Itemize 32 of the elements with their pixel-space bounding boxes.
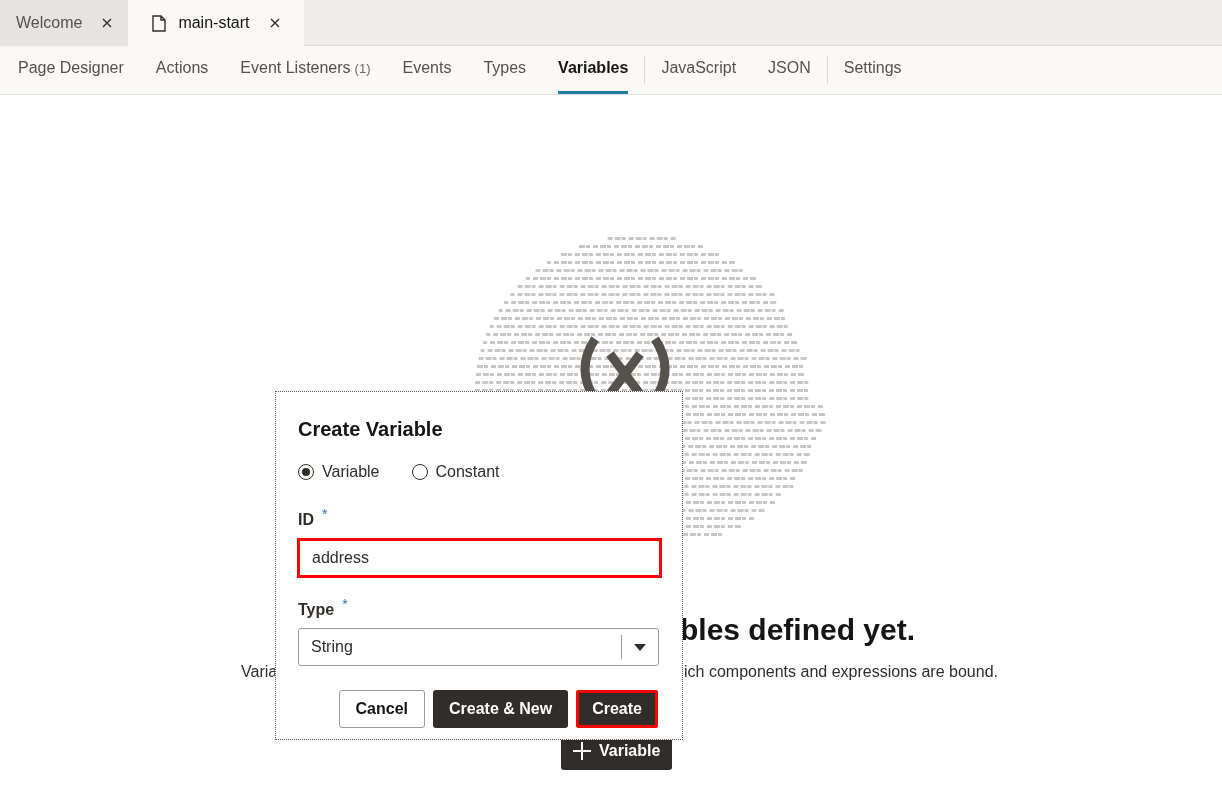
id-input-field[interactable]: address: [297, 538, 662, 578]
radio-label: Constant: [435, 462, 500, 482]
nav-tab[interactable]: Actions: [155, 45, 209, 94]
nav-tab[interactable]: JavaScript: [661, 45, 737, 94]
caret-icon: [634, 643, 646, 651]
empty-heading: bles defined yet.: [680, 613, 916, 646]
type-select-field[interactable]: String: [298, 628, 659, 666]
nav-tab[interactable]: JSON: [768, 45, 811, 94]
nav-tab[interactable]: Page Designer: [18, 45, 124, 94]
close-icon[interactable]: [269, 18, 280, 28]
dialog-title: Create Variable: [298, 417, 444, 442]
description-text: ich components and expressions are bound.: [684, 662, 998, 682]
nav-tab[interactable]: Events: [402, 45, 452, 94]
radio-label: Variable: [322, 462, 380, 482]
dialog-button[interactable]: Create & New: [433, 690, 569, 728]
plus-icon: [573, 742, 591, 760]
nav-tab[interactable]: Settings: [843, 45, 902, 94]
nav-tab[interactable]: Variables: [558, 45, 629, 94]
nav-tab[interactable]: Types: [483, 45, 527, 94]
dialog-button[interactable]: Create: [576, 690, 658, 728]
nav-tab[interactable]: Event Listeners (1): [240, 45, 371, 94]
tab-label: main-start: [178, 13, 250, 33]
field-label: Type: [298, 600, 335, 620]
dialog-button[interactable]: Cancel: [338, 690, 426, 728]
field-label: ID: [298, 510, 314, 530]
required-mark: *: [342, 595, 348, 614]
editor-tab[interactable]: main-start: [128, 0, 304, 46]
close-icon[interactable]: [102, 18, 113, 28]
tab-label: Welcome: [16, 13, 83, 33]
editor-tab[interactable]: Welcome: [0, 0, 129, 46]
required-mark: *: [322, 505, 328, 524]
select-value: String: [310, 637, 354, 657]
